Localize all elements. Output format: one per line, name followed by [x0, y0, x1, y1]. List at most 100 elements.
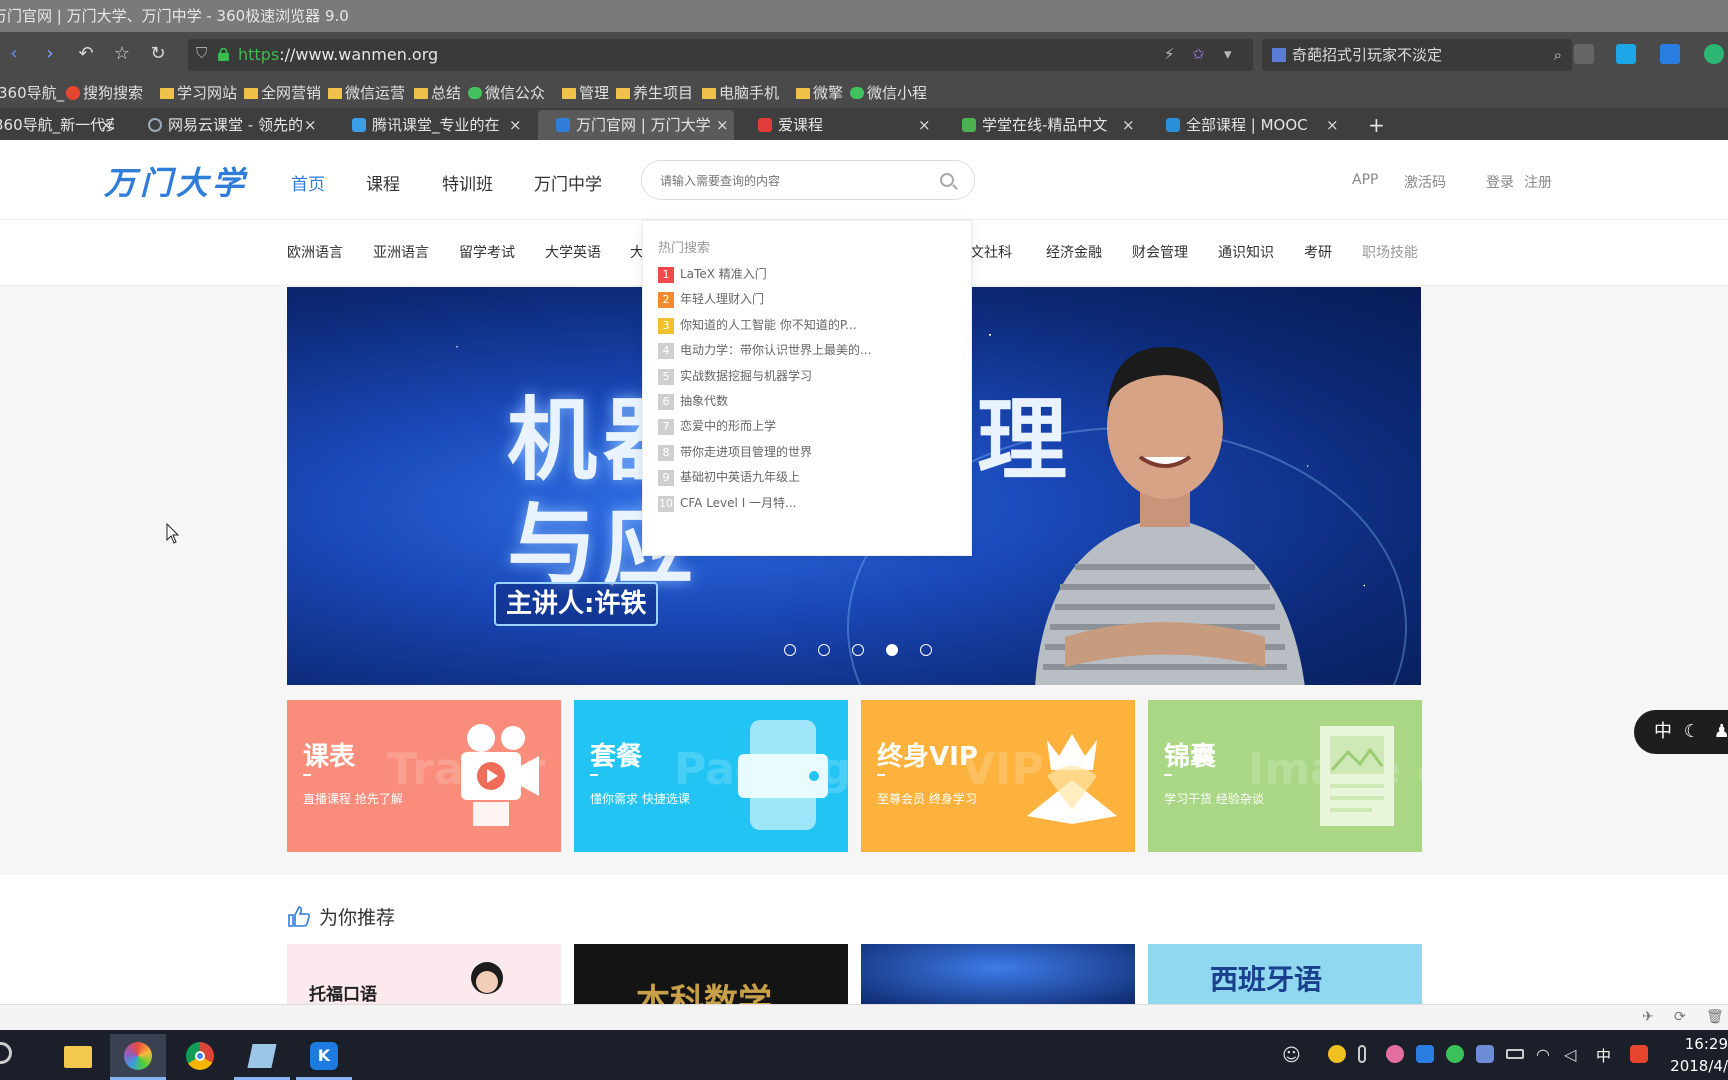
browser-tab[interactable]: 全部课程 | MOOC × — [1166, 110, 1342, 140]
nav-courses[interactable]: 课程 — [366, 170, 400, 195]
category-item[interactable]: 经济金融 — [1046, 242, 1102, 262]
category-item[interactable]: 大学英语 — [545, 242, 601, 262]
system-clock[interactable]: 16:29 2018/4/ — [1668, 1033, 1728, 1077]
bookmark-folder[interactable]: 微擎 — [796, 78, 843, 108]
browser-tab[interactable]: 网易云课堂 - 领先的 × — [148, 110, 318, 140]
category-item[interactable]: 财会管理 — [1132, 242, 1188, 262]
login-link[interactable]: 登录 — [1486, 172, 1514, 192]
tray-k-icon[interactable] — [1416, 1045, 1434, 1063]
hot-search-item[interactable]: 6 抽象代数 — [658, 392, 728, 412]
close-tab-icon[interactable]: × — [304, 110, 317, 140]
collect-star-icon[interactable]: ✩ — [1192, 45, 1205, 63]
ime-toolbar[interactable]: 中 ☾ ♟ — [1634, 710, 1728, 754]
hot-search-item[interactable]: 1 LaTeX 精准入门 — [658, 265, 767, 285]
recommend-card[interactable]: 西班牙语 — [1148, 944, 1422, 1004]
close-tab-icon[interactable]: × — [100, 110, 113, 140]
new-tab-button[interactable]: + — [1368, 110, 1388, 140]
apps-grid-icon[interactable] — [1574, 44, 1594, 64]
people-icon[interactable]: ☺ — [1282, 1045, 1301, 1066]
refresh-icon[interactable]: ↻ — [144, 40, 172, 68]
url-text[interactable]: https://www.wanmen.org — [238, 39, 438, 71]
taskbar-k-app[interactable]: K — [296, 1034, 352, 1080]
lightning-icon[interactable]: ⚡ — [1164, 45, 1175, 63]
carousel-dot[interactable] — [920, 644, 932, 656]
bookmark-folder[interactable]: 学习网站 — [160, 78, 237, 108]
card-schedule[interactable]: Trailer 课表 直播课程 抢先了解 — [287, 700, 561, 852]
input-language-indicator[interactable]: 中 — [1596, 1045, 1616, 1065]
hot-search-item[interactable]: 4 电动力学：带你认识世界上最美的... — [658, 341, 871, 361]
recommend-card[interactable]: 本科数学 — [574, 944, 848, 1004]
category-item[interactable]: 留学考试 — [459, 242, 515, 262]
bookmark-item[interactable]: 360导航_ — [0, 78, 64, 108]
bookmark-item[interactable]: 搜狗搜索 — [66, 78, 143, 108]
hot-search-item[interactable]: 3 你知道的人工智能 你不知道的P... — [658, 316, 857, 336]
bookmark-folder[interactable]: 电脑手机 — [702, 78, 779, 108]
tray-plus-icon[interactable] — [1328, 1045, 1346, 1063]
status-restore-icon[interactable]: ⟳ — [1674, 1009, 1686, 1025]
category-item[interactable]: 职场技能 — [1362, 242, 1418, 262]
chevron-down-icon[interactable]: ▾ — [1224, 45, 1232, 63]
carousel-dot-active[interactable] — [886, 644, 898, 656]
bookmark-folder[interactable]: 全网营销 — [244, 78, 321, 108]
hot-search-item[interactable]: 5 实战数据挖掘与机器学习 — [658, 367, 812, 387]
bookmark-folder[interactable]: 总结 — [414, 78, 461, 108]
taskbar-chrome[interactable] — [172, 1034, 228, 1080]
app-link[interactable]: APP — [1352, 172, 1378, 188]
site-search-box[interactable] — [641, 160, 975, 200]
battery-icon[interactable] — [1506, 1049, 1524, 1059]
browser-tab[interactable]: 腾讯课堂_专业的在 × — [352, 110, 522, 140]
taskbar-explorer[interactable] — [50, 1034, 106, 1080]
tray-wechat-icon[interactable] — [1446, 1045, 1464, 1063]
category-item[interactable]: 文社科 — [970, 242, 1012, 262]
start-button[interactable] — [0, 1042, 12, 1064]
extension-p-icon[interactable] — [1660, 44, 1680, 64]
browser-tab-active[interactable]: 万门官网 | 万门大学 × — [538, 110, 734, 140]
search-icon[interactable]: ⌕ — [1554, 39, 1562, 71]
close-tab-icon[interactable]: × — [509, 110, 522, 140]
taskbar-360-browser[interactable] — [110, 1034, 166, 1080]
close-tab-icon[interactable]: × — [918, 110, 931, 140]
back-icon[interactable]: ‹ — [0, 40, 28, 68]
favorite-star-icon[interactable]: ☆ — [108, 40, 136, 68]
hot-search-item[interactable]: 8 带你走进项目管理的世界 — [658, 443, 812, 463]
card-package[interactable]: Package 套餐 懂你需求 快捷选课 — [574, 700, 848, 852]
browser-tab[interactable]: 学堂在线-精品中文 × — [962, 110, 1138, 140]
card-tips[interactable]: Image & Text 锦囊 学习干货 经验杂谈 — [1148, 700, 1422, 852]
category-item[interactable]: 通识知识 — [1218, 242, 1274, 262]
nav-home[interactable]: 首页 — [291, 170, 325, 195]
carousel-dot[interactable] — [852, 644, 864, 656]
bookmark-folder[interactable]: 养生项目 — [616, 78, 693, 108]
user-icon[interactable]: ♟ — [1714, 721, 1728, 742]
close-tab-icon[interactable]: × — [716, 110, 729, 140]
bookmark-item[interactable]: 微信公众 — [468, 78, 545, 108]
recommend-card[interactable] — [861, 944, 1135, 1004]
browser-tab[interactable]: 爱课程 × — [758, 110, 934, 140]
card-vip[interactable]: VIP 终身VIP 至尊会员 终身学习 — [861, 700, 1135, 852]
hot-search-item[interactable]: 7 恋爱中的形而上学 — [658, 417, 776, 437]
browser-search-input[interactable]: 奇葩招式引玩家不淡定 ⌕ — [1262, 39, 1572, 71]
moon-icon[interactable]: ☾ — [1684, 721, 1700, 742]
carousel-dot[interactable] — [784, 644, 796, 656]
sogou-ime-icon[interactable] — [1630, 1045, 1648, 1063]
site-search-input[interactable] — [660, 171, 920, 191]
extension-t-icon[interactable] — [1704, 44, 1724, 64]
bookmark-item[interactable]: 微信小程 — [850, 78, 927, 108]
category-item[interactable]: 亚洲语言 — [373, 242, 429, 262]
hot-search-item[interactable]: 9 基础初中英语九年级上 — [658, 468, 800, 488]
browser-tab[interactable]: 360导航_新一代安 × — [0, 110, 114, 140]
close-tab-icon[interactable]: × — [1326, 110, 1339, 140]
site-logo[interactable]: 万门大学 — [104, 158, 248, 204]
extension-search-icon[interactable] — [1616, 44, 1636, 64]
bookmark-folder[interactable]: 微信运营 — [328, 78, 405, 108]
forward-icon[interactable]: › — [36, 40, 64, 68]
hot-search-item[interactable]: 10 CFA Level I 一月特... — [658, 494, 797, 514]
bookmark-folder[interactable]: 管理 — [562, 78, 609, 108]
taskbar-notepad[interactable] — [234, 1034, 290, 1080]
address-bar[interactable]: ⛉ https://www.wanmen.org ⚡ ✩ ▾ — [188, 39, 1253, 71]
activation-code-link[interactable]: 激活码 — [1404, 172, 1446, 192]
category-item[interactable]: 考研 — [1304, 242, 1332, 262]
category-item[interactable]: 欧洲语言 — [287, 242, 343, 262]
carousel-dot[interactable] — [818, 644, 830, 656]
thermometer-icon[interactable] — [1358, 1045, 1366, 1063]
status-pin-icon[interactable]: ✈ — [1642, 1009, 1654, 1025]
